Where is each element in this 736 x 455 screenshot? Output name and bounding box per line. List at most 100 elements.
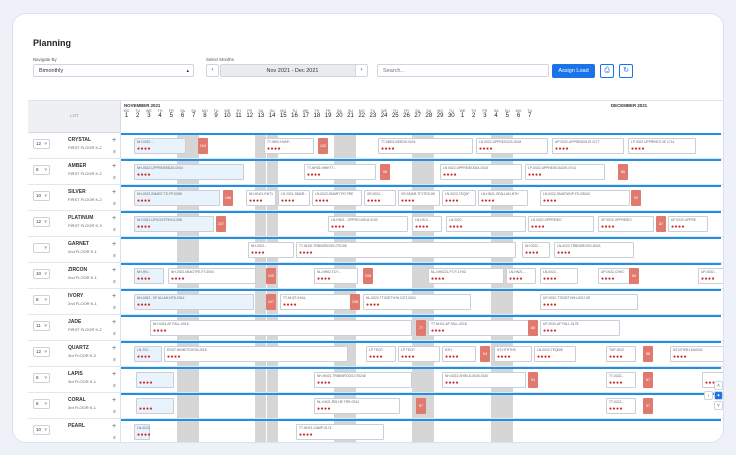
menu-icon[interactable]: ≡ (113, 357, 116, 363)
load-bar[interactable]: NH 0022... ●●●● (522, 242, 550, 258)
search-input[interactable] (377, 64, 549, 77)
navigate-by-select[interactable]: Bimonthly ▴ (33, 64, 194, 77)
load-bar[interactable]: LN-0022-SMAT00HP-FS-S3040 ●●●● (540, 190, 630, 206)
prev-month-button[interactable]: ‹ (206, 64, 219, 77)
load-bar[interactable]: XR-SMAR-TF1TF0108 ●●●● (398, 190, 440, 206)
add-load-icon[interactable]: + (112, 189, 116, 196)
load-bar[interactable]: NL-0022-TTO0ETVHH-DOT-0024 ●●●● (363, 294, 471, 310)
load-bar[interactable]: ●●●● (136, 372, 174, 388)
load-bar[interactable]: NH-0022-AF FALL-0016 ●●●● (150, 320, 412, 336)
assign-load-button[interactable]: Assign Load (552, 64, 595, 78)
load-bar[interactable]: LP 0022 UPPREIEO 0E 1714 ●●●● (628, 138, 696, 154)
load-bar[interactable]: TT-0022... ●●●● (606, 398, 636, 414)
load-bar[interactable]: LN-T02... ●●●● (134, 346, 162, 362)
load-bar[interactable]: NL-NH02-TCY... ●●●● (314, 268, 358, 284)
refresh-icon[interactable]: ↻ (619, 64, 633, 78)
load-bar[interactable]: NH-0022 - 0F ALLAH-NTH-0014 ●●●● (134, 294, 254, 310)
add-load-icon[interactable]: + (112, 345, 116, 352)
load-bar[interactable]: NTH ●●●● (442, 346, 476, 362)
load-bar[interactable]: UP 0022-UPPRE0D0LIS 2177 ●●●● (552, 138, 624, 154)
add-load-icon[interactable]: + (112, 319, 116, 326)
load-bar[interactable]: LN 2021-SMAR... ●●●● (278, 190, 310, 206)
menu-icon[interactable]: ≡ (113, 331, 116, 337)
print-icon[interactable]: ⎙ (600, 64, 614, 78)
lot-qty-select[interactable]: 6 ˅ (33, 165, 50, 175)
load-bar[interactable]: LN-0022-TEQNIE ●●●● (534, 346, 576, 362)
menu-icon[interactable]: ≡ (113, 409, 116, 415)
load-bar[interactable]: TT-NH21-CAMP-0174 ●●●● (296, 424, 384, 440)
load-bar[interactable]: EDDT-NKMETD0078-2018 ●●●● (164, 346, 348, 362)
load-bar[interactable]: LN-HN21 - OPPRO-0/0LB 0100 ●●●● (328, 216, 408, 232)
nav-center-icon[interactable]: ✦ (714, 391, 723, 400)
load-bar[interactable]: LN-HN21... ●●●● (506, 268, 536, 284)
load-bar[interactable]: NH-0022-UPPREIEM02A-0004 ●●●● (134, 164, 244, 180)
load-bar[interactable]: LP TECP... ●●●● (366, 346, 396, 362)
menu-icon[interactable]: ≡ (113, 227, 116, 233)
load-bar[interactable]: LP-0022-UPPREIEOAO2E-0714 ●●●● (525, 164, 605, 180)
menu-icon[interactable]: ≡ (113, 175, 116, 181)
load-bar[interactable]: NH-0022-SMART-TS-FP-0058 ●●●● (134, 190, 220, 206)
load-bar[interactable]: LN-0022-TRBNSROGS-002A ●●●● (554, 242, 634, 258)
load-bar[interactable]: UP-0022... ●●●● (698, 268, 723, 284)
lot-qty-select[interactable]: 11 ˅ (33, 321, 50, 331)
add-load-icon[interactable]: + (112, 423, 116, 430)
add-load-icon[interactable]: + (112, 267, 116, 274)
lot-qty-select[interactable]: 10 ˅ (33, 425, 50, 435)
load-bar[interactable]: LN-0022... ●●●● (540, 268, 578, 284)
lot-qty-select[interactable]: 12 ˅ (33, 347, 50, 357)
add-load-icon[interactable]: + (112, 163, 116, 170)
menu-icon[interactable]: ≡ (113, 149, 116, 155)
lot-qty-select[interactable]: 12 ˅ (33, 139, 50, 149)
load-bar[interactable]: NT-NTHSH-EA0042 ●●●● (670, 346, 723, 362)
load-bar[interactable]: LN-0022-TEQ0F ●●●● (442, 190, 476, 206)
load-bar[interactable]: UP-0022-TT0GETVHH-0017-0E ●●●● (540, 294, 638, 310)
next-month-button[interactable]: › (355, 64, 368, 77)
nav-down-icon[interactable]: ˅ (714, 401, 723, 410)
load-bar[interactable]: UP-0022-AF FALL-0178 ●●●● (540, 320, 620, 336)
load-bar[interactable]: NL-NH21-RELHE TRR-0234 ●●●● (314, 398, 400, 414)
load-bar[interactable]: NH-HN21-TRBNSROGS-0T0248 ●●●● (314, 372, 412, 388)
load-bar[interactable]: LN 0022 ... ●●●● (446, 216, 526, 232)
nav-up-icon[interactable]: ˄ (714, 381, 723, 390)
load-bar[interactable]: LN-0022-TRIS-0034 ●●●● (134, 424, 151, 440)
load-bar[interactable]: UP 0022 UPPREIEO ●●●● (598, 216, 654, 232)
add-load-icon[interactable]: + (112, 215, 116, 222)
load-bar[interactable]: ●●●● (136, 398, 174, 414)
load-bar[interactable]: NH-0022 ... ●●●● (134, 138, 186, 154)
load-bar[interactable]: TT-HB0214EEDH-0024 ●●●● (378, 138, 473, 154)
add-load-icon[interactable]: + (112, 371, 116, 378)
load-bar[interactable]: NH-0022-SHIELD-0026-0140 ●●●● (442, 372, 526, 388)
load-bar[interactable]: UP 0022 UPPRE ●●●● (668, 216, 708, 232)
load-bar[interactable]: TNP-0022 ●●●● (606, 346, 636, 362)
menu-icon[interactable]: ≡ (113, 201, 116, 207)
load-bar[interactable]: TT-NH02-TRBNSROGS-0T0108 ●●●● (296, 242, 516, 258)
lot-qty-select[interactable]: 8 ˅ (33, 295, 50, 305)
lot-qty-select[interactable]: 12 ˅ (33, 217, 50, 227)
load-bar[interactable]: LN-0022-SMART PO FRE ●●●● (312, 190, 362, 206)
menu-icon[interactable]: ≡ (113, 279, 116, 285)
load-bar[interactable]: NH-HN... ●●●● (134, 268, 164, 284)
load-bar[interactable]: XR-0022... ●●●● (364, 190, 396, 206)
nav-left-icon[interactable]: ‹ (704, 391, 713, 400)
load-bar[interactable]: NH-HN21-RHT1 ●●●● (246, 190, 276, 206)
load-bar[interactable]: TT-NH02-HWHTT... ●●●● (304, 164, 376, 180)
load-bar[interactable]: LN 0022-UPPREIEO ●●●● (528, 216, 594, 232)
load-bar[interactable]: NT-HTHTHS ●●●● (494, 346, 532, 362)
load-bar[interactable]: TT-NH2T-IH4LL ●●●● (280, 294, 356, 310)
load-bar[interactable]: NH-0022-UPGOGTFIHLO-008 ●●●● (134, 216, 214, 232)
lot-qty-select[interactable]: 6 ˅ (33, 399, 50, 409)
menu-icon[interactable]: ≡ (113, 383, 116, 389)
load-bar[interactable]: NL-NH0221-FT-P-1Y0G ●●●● (428, 268, 504, 284)
load-bar[interactable]: LN 0022-UPPREIEO02A-0118 ●●●● (440, 164, 522, 180)
load-bar[interactable]: LN-HS-0... ●●●● (412, 216, 442, 232)
load-bar[interactable]: TT-0022... ●●●● (606, 372, 636, 388)
menu-icon[interactable]: ≡ (113, 305, 116, 311)
lot-qty-select[interactable]: 10 ˅ (33, 269, 50, 279)
add-load-icon[interactable]: + (112, 241, 116, 248)
lot-qty-select[interactable]: ˅ (33, 243, 50, 253)
menu-icon[interactable]: ≡ (113, 253, 116, 259)
load-bar[interactable]: NH-0022... ●●●● (248, 242, 294, 258)
menu-icon[interactable]: ≡ (113, 435, 116, 441)
add-load-icon[interactable]: + (112, 397, 116, 404)
months-range[interactable]: Nov 2021 - Dec 2021 (220, 64, 365, 77)
